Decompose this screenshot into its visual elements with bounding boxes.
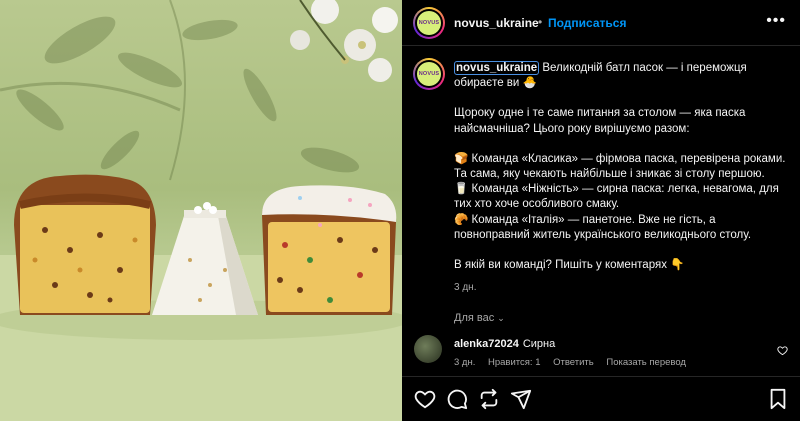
caption-paragraph: 🍞 Команда «Класика» — фірмова паска, пер…	[454, 152, 786, 181]
caption-paragraph: В якій ви команді? Пишіть у коментарях 👇	[454, 259, 685, 272]
more-options-icon[interactable]: •••	[766, 12, 786, 30]
avatar-logo-text: NOVUS	[418, 20, 440, 26]
caption-paragraph: novus_ukraine Великодній батл пасок — і …	[454, 61, 790, 91]
repost-icon[interactable]	[478, 388, 500, 415]
separator-dot: •	[538, 15, 543, 29]
for-you-label: Для вас	[454, 312, 495, 324]
comment-translate-button[interactable]: Показать перевод	[606, 357, 686, 368]
send-icon[interactable]	[510, 388, 532, 415]
author-username[interactable]: novus_ukraine	[454, 16, 539, 30]
post-caption: novus_ukraine Великодній батл пасок — і …	[454, 61, 790, 273]
easter-breads-photo	[0, 0, 402, 421]
caption-paragraph: 🥐 Команда «Італія» — панетоне. Вже не гі…	[454, 213, 752, 241]
comment-icon[interactable]	[446, 388, 468, 415]
post-panel: NOVUS novus_ukraine • Подписаться ••• NO…	[402, 0, 800, 421]
post-image[interactable]	[0, 0, 402, 421]
heart-icon[interactable]	[414, 388, 436, 415]
chevron-down-icon: ⌄	[497, 313, 505, 323]
commenter-avatar[interactable]	[414, 335, 442, 363]
bookmark-icon[interactable]	[768, 388, 788, 415]
comment-reply-button[interactable]: Ответить	[553, 357, 594, 368]
author-avatar[interactable]: NOVUS	[413, 7, 445, 39]
comment-timestamp[interactable]: 3 дн.	[454, 357, 475, 368]
commenter-username[interactable]: alenka72024	[454, 338, 519, 350]
comment-meta: 3 дн. Нравится: 1 Ответить Показать пере…	[454, 357, 696, 368]
caption-username[interactable]: novus_ukraine	[454, 61, 540, 75]
comment-likes-count[interactable]: Нравится: 1	[488, 357, 540, 368]
follow-button[interactable]: Подписаться	[548, 16, 626, 30]
comment-body: alenka72024 Сирна	[454, 338, 555, 350]
action-bar	[402, 376, 800, 421]
comment-heart-icon[interactable]	[777, 343, 788, 361]
avatar-logo-text: NOVUS	[418, 71, 440, 77]
caption-author-avatar[interactable]: NOVUS	[413, 58, 445, 90]
comment-text: Сирна	[522, 338, 556, 350]
caption-paragraph: Щороку одне і те саме питання за столом …	[454, 107, 746, 135]
post-header: NOVUS novus_ukraine • Подписаться •••	[402, 0, 800, 46]
for-you-filter[interactable]: Для вас ⌄	[454, 312, 505, 324]
caption-timestamp[interactable]: 3 дн.	[454, 282, 476, 293]
caption-paragraph: 🥛 Команда «Ніжність» — сирна паска: легк…	[454, 183, 779, 211]
